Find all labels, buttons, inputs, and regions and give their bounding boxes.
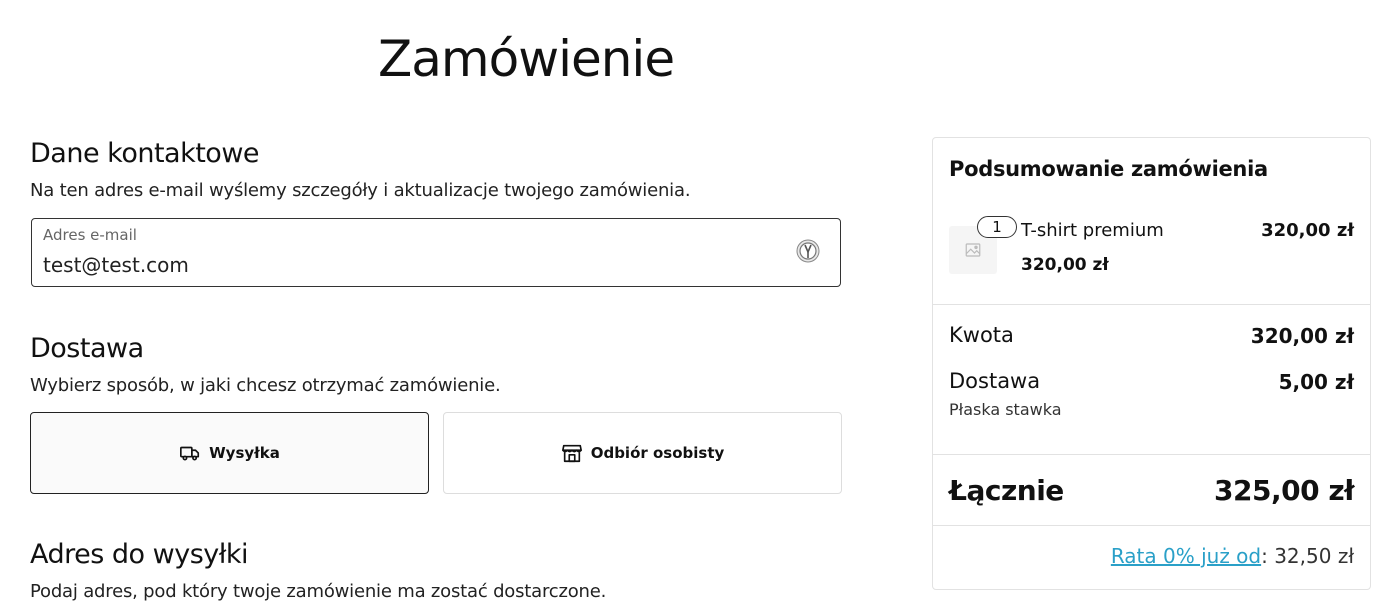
shipping-cost-label: Dostawa [949, 369, 1041, 393]
order-summary: Podsumowanie zamówienia 1 T-shirt premiu… [932, 137, 1371, 590]
shipping-address-section-description: Podaj adres, pod który twoje zamówienie … [30, 581, 607, 601]
installment-info: Rata 0% już od: 32,50 zł [1111, 544, 1354, 568]
page-title: Zamówienie [378, 30, 675, 88]
shipping-address-section-title: Adres do wysyłki [30, 539, 249, 570]
shipping-method: Płaska stawka [949, 400, 1062, 419]
divider [933, 525, 1370, 526]
image-placeholder-icon [965, 243, 981, 257]
subtotal-label: Kwota [949, 323, 1014, 347]
contact-section-title: Dane kontaktowe [30, 138, 260, 169]
divider [933, 304, 1370, 305]
installment-value: : 32,50 zł [1261, 544, 1354, 568]
order-summary-title: Podsumowanie zamówienia [949, 157, 1268, 181]
email-field-label: Adres e-mail [43, 226, 137, 244]
total-label: Łącznie [949, 474, 1064, 507]
password-manager-icon[interactable] [796, 239, 820, 263]
delivery-option-shipping-label: Wysyłka [209, 444, 280, 462]
installment-link[interactable]: Rata 0% już od [1111, 544, 1261, 568]
contact-section-description: Na ten adres e-mail wyślemy szczegóły i … [30, 180, 691, 201]
product-line-total: 320,00 zł [1261, 220, 1354, 241]
email-field[interactable]: Adres e-mail [31, 218, 841, 287]
email-input[interactable] [43, 253, 743, 277]
truck-icon [180, 446, 200, 461]
shipping-cost-value: 5,00 zł [1278, 370, 1354, 394]
delivery-section-description: Wybierz sposób, w jaki chcesz otrzymać z… [30, 375, 501, 396]
delivery-option-shipping[interactable]: Wysyłka [30, 412, 429, 494]
store-icon [561, 444, 582, 463]
delivery-option-pickup-label: Odbiór osobisty [590, 444, 725, 462]
total-value: 325,00 zł [1214, 474, 1354, 507]
delivery-section-title: Dostawa [30, 333, 144, 364]
divider [933, 454, 1370, 455]
quantity-badge: 1 [977, 216, 1017, 238]
product-name: T-shirt premium [1021, 220, 1164, 241]
subtotal-value: 320,00 zł [1250, 324, 1354, 348]
product-unit-price: 320,00 zł [1021, 255, 1109, 275]
delivery-option-pickup[interactable]: Odbiór osobisty [443, 412, 842, 494]
